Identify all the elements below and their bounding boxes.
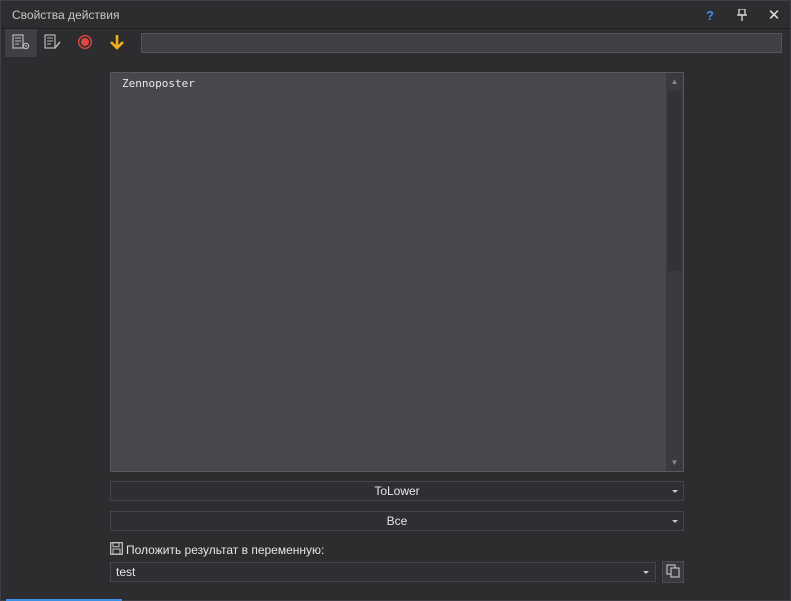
properties-settings-icon	[12, 33, 30, 53]
window-title: Свойства действия	[12, 8, 120, 22]
help-icon[interactable]: ?	[701, 6, 719, 24]
action-properties-window: Свойства действия ? ✕ Zennoposter ▲ ▼ To…	[0, 0, 791, 601]
move-down-button[interactable]	[101, 29, 133, 57]
copy-variable-button[interactable]	[662, 561, 684, 583]
operation-select[interactable]: ToLower	[110, 481, 684, 501]
chevron-down-icon	[672, 520, 678, 523]
save-result-label: Положить результат в переменную:	[126, 543, 325, 557]
properties-edit-button[interactable]	[37, 29, 69, 57]
text-editor[interactable]: Zennoposter ▲ ▼	[110, 72, 684, 472]
scope-select[interactable]: Все	[110, 511, 684, 531]
toolbar-search-input[interactable]	[141, 33, 782, 53]
properties-settings-button[interactable]	[5, 29, 37, 57]
copy-icon	[666, 563, 680, 581]
editor-scrollbar[interactable]: ▲ ▼	[666, 73, 683, 471]
scroll-up-icon[interactable]: ▲	[666, 73, 683, 90]
save-icon	[110, 542, 123, 558]
toolbar	[1, 29, 790, 57]
close-icon[interactable]: ✕	[765, 6, 783, 24]
properties-edit-icon	[44, 33, 62, 53]
scroll-thumb[interactable]	[668, 91, 681, 271]
record-button[interactable]	[69, 29, 101, 57]
editor-text: Zennoposter	[122, 77, 195, 90]
title-bar: Свойства действия ? ✕	[1, 1, 790, 29]
pin-icon[interactable]	[733, 6, 751, 24]
scroll-down-icon[interactable]: ▼	[666, 454, 683, 471]
chevron-down-icon	[672, 490, 678, 493]
operation-select-value: ToLower	[374, 484, 420, 498]
save-result-row: Положить результат в переменную:	[110, 542, 324, 558]
record-icon	[77, 34, 93, 53]
result-variable-select[interactable]: test	[110, 562, 656, 582]
chevron-down-icon	[643, 571, 649, 574]
down-arrow-icon	[109, 34, 125, 53]
scope-select-value: Все	[386, 514, 408, 528]
result-variable-value: test	[116, 565, 136, 579]
